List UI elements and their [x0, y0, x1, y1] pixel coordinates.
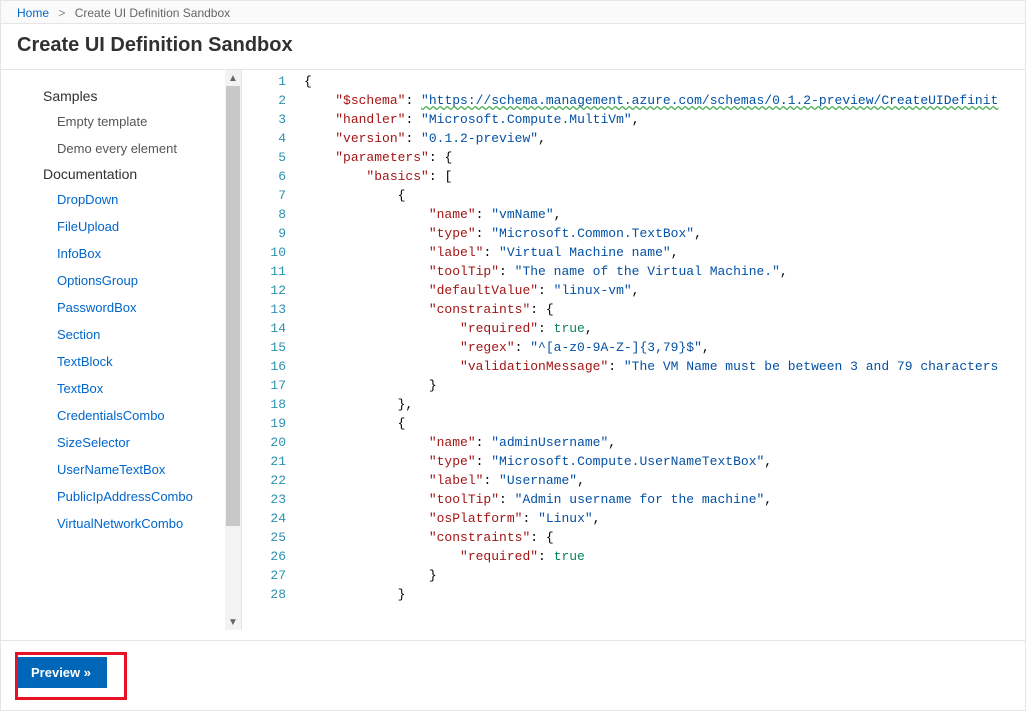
code-line[interactable]: "type": "Microsoft.Compute.UserNameTextB… — [304, 452, 1025, 471]
code-line[interactable]: "toolTip": "Admin username for the machi… — [304, 490, 1025, 509]
sidebar-item[interactable]: TextBox — [1, 375, 223, 402]
code-line[interactable]: "name": "adminUsername", — [304, 433, 1025, 452]
code-line[interactable]: "required": true — [304, 547, 1025, 566]
line-number: 27 — [242, 566, 304, 585]
scroll-down-icon[interactable]: ▼ — [225, 614, 241, 630]
line-number: 21 — [242, 452, 304, 471]
line-number: 20 — [242, 433, 304, 452]
sidebar-item[interactable]: PasswordBox — [1, 294, 223, 321]
line-number: 4 — [242, 129, 304, 148]
sidebar-item[interactable]: VirtualNetworkCombo — [1, 510, 223, 537]
line-number: 1 — [242, 72, 304, 91]
line-number: 6 — [242, 167, 304, 186]
line-number: 12 — [242, 281, 304, 300]
code-body[interactable]: { "$schema": "https://schema.management.… — [304, 70, 1025, 630]
scroll-thumb[interactable] — [226, 86, 240, 526]
line-number: 11 — [242, 262, 304, 281]
code-line[interactable]: "name": "vmName", — [304, 205, 1025, 224]
code-line[interactable]: "handler": "Microsoft.Compute.MultiVm", — [304, 110, 1025, 129]
code-line[interactable]: } — [304, 585, 1025, 604]
preview-button[interactable]: Preview » — [15, 657, 107, 688]
line-number: 16 — [242, 357, 304, 376]
line-number: 5 — [242, 148, 304, 167]
scroll-up-icon[interactable]: ▲ — [225, 70, 241, 86]
code-editor[interactable]: 1234567891011121314151617181920212223242… — [241, 70, 1025, 630]
main: SamplesEmpty templateDemo every elementD… — [1, 70, 1025, 630]
code-line[interactable]: { — [304, 414, 1025, 433]
sidebar-header: Samples — [1, 84, 223, 108]
line-number: 13 — [242, 300, 304, 319]
sidebar-item[interactable]: FileUpload — [1, 213, 223, 240]
breadcrumb: Home > Create UI Definition Sandbox — [1, 1, 1025, 24]
sidebar-item[interactable]: DropDown — [1, 186, 223, 213]
bottom-bar: Preview » — [1, 640, 1025, 710]
breadcrumb-sep: > — [58, 6, 65, 20]
sidebar-item[interactable]: SizeSelector — [1, 429, 223, 456]
code-line[interactable]: "constraints": { — [304, 528, 1025, 547]
line-number: 14 — [242, 319, 304, 338]
line-number: 9 — [242, 224, 304, 243]
code-line[interactable]: "required": true, — [304, 319, 1025, 338]
line-number: 8 — [242, 205, 304, 224]
code-line[interactable]: "validationMessage": "The VM Name must b… — [304, 357, 1025, 376]
breadcrumb-current: Create UI Definition Sandbox — [75, 6, 230, 20]
page-title: Create UI Definition Sandbox — [1, 24, 1025, 70]
code-line[interactable]: "toolTip": "The name of the Virtual Mach… — [304, 262, 1025, 281]
sidebar-item[interactable]: UserNameTextBox — [1, 456, 223, 483]
code-line[interactable]: "constraints": { — [304, 300, 1025, 319]
line-number: 23 — [242, 490, 304, 509]
code-line[interactable]: "$schema": "https://schema.management.az… — [304, 91, 1025, 110]
code-line[interactable]: "parameters": { — [304, 148, 1025, 167]
sidebar-item[interactable]: Demo every element — [1, 135, 223, 162]
sidebar-item[interactable]: TextBlock — [1, 348, 223, 375]
code-line[interactable]: "osPlatform": "Linux", — [304, 509, 1025, 528]
line-number: 19 — [242, 414, 304, 433]
line-number: 18 — [242, 395, 304, 414]
sidebar-item[interactable]: Empty template — [1, 108, 223, 135]
line-number: 10 — [242, 243, 304, 262]
code-line[interactable]: { — [304, 186, 1025, 205]
line-number: 24 — [242, 509, 304, 528]
code-line[interactable]: "regex": "^[a-z0-9A-Z-]{3,79}$", — [304, 338, 1025, 357]
code-line[interactable]: "type": "Microsoft.Common.TextBox", — [304, 224, 1025, 243]
sidebar: SamplesEmpty templateDemo every elementD… — [1, 70, 241, 630]
code-line[interactable]: } — [304, 376, 1025, 395]
line-number: 7 — [242, 186, 304, 205]
line-gutter: 1234567891011121314151617181920212223242… — [242, 70, 304, 630]
code-line[interactable]: "label": "Username", — [304, 471, 1025, 490]
line-number: 3 — [242, 110, 304, 129]
sidebar-scrollbar[interactable]: ▲ ▼ — [225, 70, 241, 630]
sidebar-item[interactable]: Section — [1, 321, 223, 348]
sidebar-item[interactable]: OptionsGroup — [1, 267, 223, 294]
code-line[interactable]: }, — [304, 395, 1025, 414]
sidebar-item[interactable]: InfoBox — [1, 240, 223, 267]
code-line[interactable]: "version": "0.1.2-preview", — [304, 129, 1025, 148]
sidebar-item[interactable]: PublicIpAddressCombo — [1, 483, 223, 510]
line-number: 17 — [242, 376, 304, 395]
code-line[interactable]: "defaultValue": "linux-vm", — [304, 281, 1025, 300]
code-line[interactable]: "label": "Virtual Machine name", — [304, 243, 1025, 262]
code-line[interactable]: { — [304, 72, 1025, 91]
code-line[interactable]: } — [304, 566, 1025, 585]
code-line[interactable]: "basics": [ — [304, 167, 1025, 186]
breadcrumb-home[interactable]: Home — [17, 6, 49, 20]
line-number: 15 — [242, 338, 304, 357]
line-number: 22 — [242, 471, 304, 490]
sidebar-item[interactable]: CredentialsCombo — [1, 402, 223, 429]
line-number: 25 — [242, 528, 304, 547]
line-number: 26 — [242, 547, 304, 566]
line-number: 28 — [242, 585, 304, 604]
line-number: 2 — [242, 91, 304, 110]
sidebar-header: Documentation — [1, 162, 223, 186]
